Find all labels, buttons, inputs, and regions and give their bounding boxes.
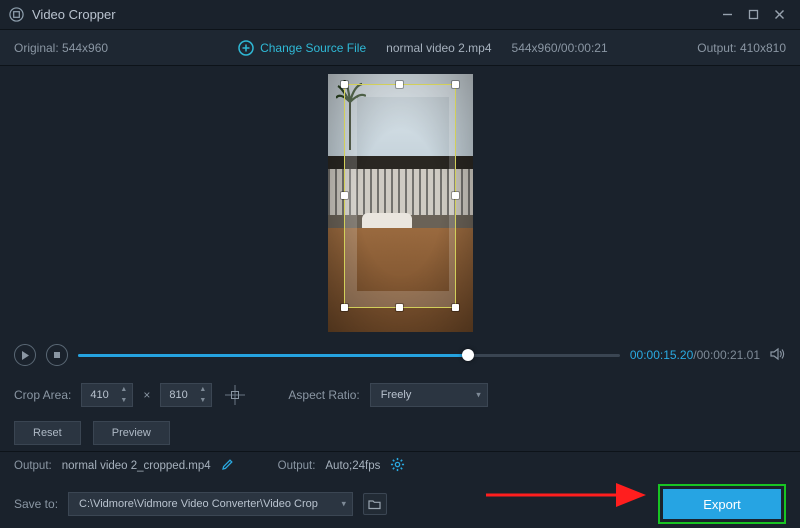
crop-width-spinner[interactable]: ▲▼ (120, 386, 130, 404)
crop-x-sep: × (143, 388, 150, 402)
time-total: 00:00:21.01 (697, 348, 760, 362)
reset-button[interactable]: Reset (14, 421, 81, 445)
volume-icon (770, 347, 786, 361)
crop-handle-bl[interactable] (341, 304, 348, 311)
aspect-label: Aspect Ratio: (288, 388, 359, 402)
stop-button[interactable] (46, 344, 68, 366)
source-filename: normal video 2.mp4 (386, 41, 491, 55)
open-folder-button[interactable] (363, 493, 387, 515)
volume-button[interactable] (770, 347, 786, 364)
gear-icon (390, 457, 405, 472)
app-window: Video Cropper Original: 544x960 Change S… (0, 0, 800, 528)
stop-icon (53, 351, 61, 359)
save-path-value: C:\Vidmore\Vidmore Video Converter\Video… (79, 498, 318, 510)
app-title: Video Cropper (32, 7, 116, 22)
annotation-arrow-icon (482, 480, 652, 510)
crop-rectangle[interactable] (344, 84, 456, 308)
timecode: 00:00:15.20/00:00:21.01 (630, 348, 760, 362)
seek-slider[interactable] (78, 345, 620, 365)
folder-open-icon (368, 499, 382, 510)
video-frame[interactable] (328, 74, 473, 332)
crop-controls: Crop Area: 410 ▲▼ × 810 ▲▼ Aspect Ratio:… (0, 375, 800, 415)
crop-handle-b[interactable] (396, 304, 403, 311)
crop-height-value: 810 (169, 389, 187, 401)
output-file-value: normal video 2_cropped.mp4 (62, 460, 211, 472)
seek-thumb[interactable] (462, 349, 474, 361)
crop-handle-br[interactable] (452, 304, 459, 311)
pencil-icon (221, 458, 234, 471)
source-meta: 544x960/00:00:21 (512, 41, 608, 55)
minimize-button[interactable] (714, 2, 740, 28)
aspect-ratio-value: Freely (381, 389, 412, 401)
crop-area-label: Crop Area: (14, 388, 71, 402)
output-fmt-label: Output: (278, 460, 316, 472)
crop-buttons: Reset Preview (0, 415, 800, 451)
save-row: Save to: C:\Vidmore\Vidmore Video Conver… (0, 480, 800, 528)
export-button[interactable]: Export (663, 489, 781, 519)
crop-width-value: 410 (90, 389, 108, 401)
playback-bar: 00:00:15.20/00:00:21.01 (0, 335, 800, 375)
preview-area (0, 66, 800, 335)
play-icon (21, 351, 29, 360)
rename-button[interactable] (221, 458, 234, 474)
export-label: Export (703, 497, 741, 512)
crop-handle-t[interactable] (396, 81, 403, 88)
titlebar: Video Cropper (0, 0, 800, 30)
export-highlight: Export (658, 484, 786, 524)
crop-handle-tr[interactable] (452, 81, 459, 88)
app-icon (8, 7, 24, 23)
change-source-label: Change Source File (260, 41, 366, 55)
save-to-label: Save to: (14, 497, 58, 511)
preview-button[interactable]: Preview (93, 421, 170, 445)
play-button[interactable] (14, 344, 36, 366)
output-settings-button[interactable] (390, 457, 405, 475)
maximize-button[interactable] (740, 2, 766, 28)
recenter-icon (225, 385, 245, 405)
crop-height-input[interactable]: 810 ▲▼ (160, 383, 212, 407)
output-dims: Output: 410x810 (697, 41, 786, 55)
crop-height-spinner[interactable]: ▲▼ (199, 386, 209, 404)
crop-width-input[interactable]: 410 ▲▼ (81, 383, 133, 407)
time-current: 00:00:15.20 (630, 348, 693, 362)
crop-handle-r[interactable] (452, 192, 459, 199)
close-button[interactable] (766, 2, 792, 28)
output-row: Output: normal video 2_cropped.mp4 Outpu… (0, 452, 800, 480)
source-info-bar: Original: 544x960 Change Source File nor… (0, 30, 800, 66)
plus-circle-icon (238, 40, 254, 56)
change-source-button[interactable]: Change Source File (238, 40, 366, 56)
crop-handle-tl[interactable] (341, 81, 348, 88)
aspect-ratio-dropdown[interactable]: Freely (370, 383, 488, 407)
original-dims: Original: 544x960 (14, 41, 108, 55)
recenter-button[interactable] (222, 383, 248, 407)
crop-handle-l[interactable] (341, 192, 348, 199)
save-path-dropdown[interactable]: C:\Vidmore\Vidmore Video Converter\Video… (68, 492, 353, 516)
output-file-label: Output: (14, 460, 52, 472)
output-fmt-value: Auto;24fps (325, 460, 380, 472)
